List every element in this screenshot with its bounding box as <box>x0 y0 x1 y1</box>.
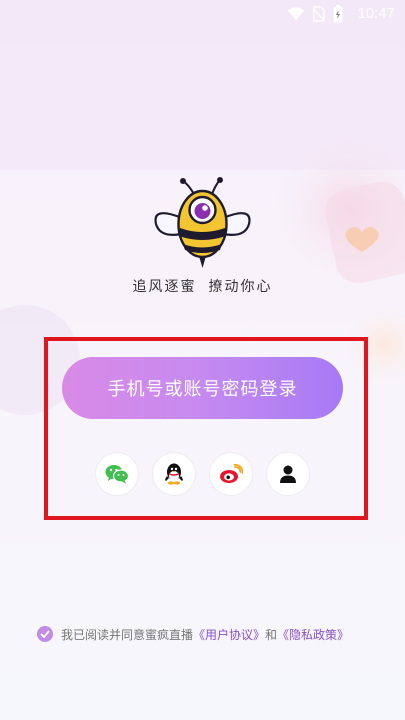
bee-logo-icon <box>154 177 251 268</box>
user-icon <box>280 465 296 483</box>
wechat-login-button[interactable] <box>95 452 139 496</box>
social-login-row <box>95 452 310 496</box>
account-login-button[interactable] <box>266 452 310 496</box>
battery-icon <box>333 5 343 23</box>
no-sim-icon <box>313 6 325 22</box>
weibo-login-button[interactable] <box>209 452 253 496</box>
bee-logo <box>150 176 255 271</box>
slogan: 追风逐蜜 撩动你心 <box>0 276 405 296</box>
agreement-conjunction: 和 <box>265 627 278 642</box>
status-time: 10:47 <box>357 5 395 22</box>
slogan-part-1: 追风逐蜜 <box>132 279 197 295</box>
qq-login-button[interactable] <box>152 452 196 496</box>
status-icons <box>287 4 343 24</box>
user-agreement-link[interactable]: 《用户协议》 <box>193 626 265 643</box>
status-bar: 10:47 <box>0 0 405 28</box>
privacy-policy-link[interactable]: 《隐私政策》 <box>277 626 349 643</box>
wechat-icon <box>105 465 129 484</box>
agreement-text: 我已阅读并同意蜜疯直播 <box>61 627 194 642</box>
agreement-checkbox[interactable] <box>37 626 53 642</box>
slogan-part-2: 撩动你心 <box>208 279 273 295</box>
phone-account-login-button[interactable]: 手机号或账号密码登录 <box>62 357 343 419</box>
weibo-icon <box>220 464 243 483</box>
agreement-row: 我已阅读并同意蜜疯直播 《用户协议》 和 《隐私政策》 <box>37 624 377 644</box>
check-icon <box>40 630 50 638</box>
wifi-icon <box>287 7 305 20</box>
qq-penguin-icon <box>165 463 183 485</box>
